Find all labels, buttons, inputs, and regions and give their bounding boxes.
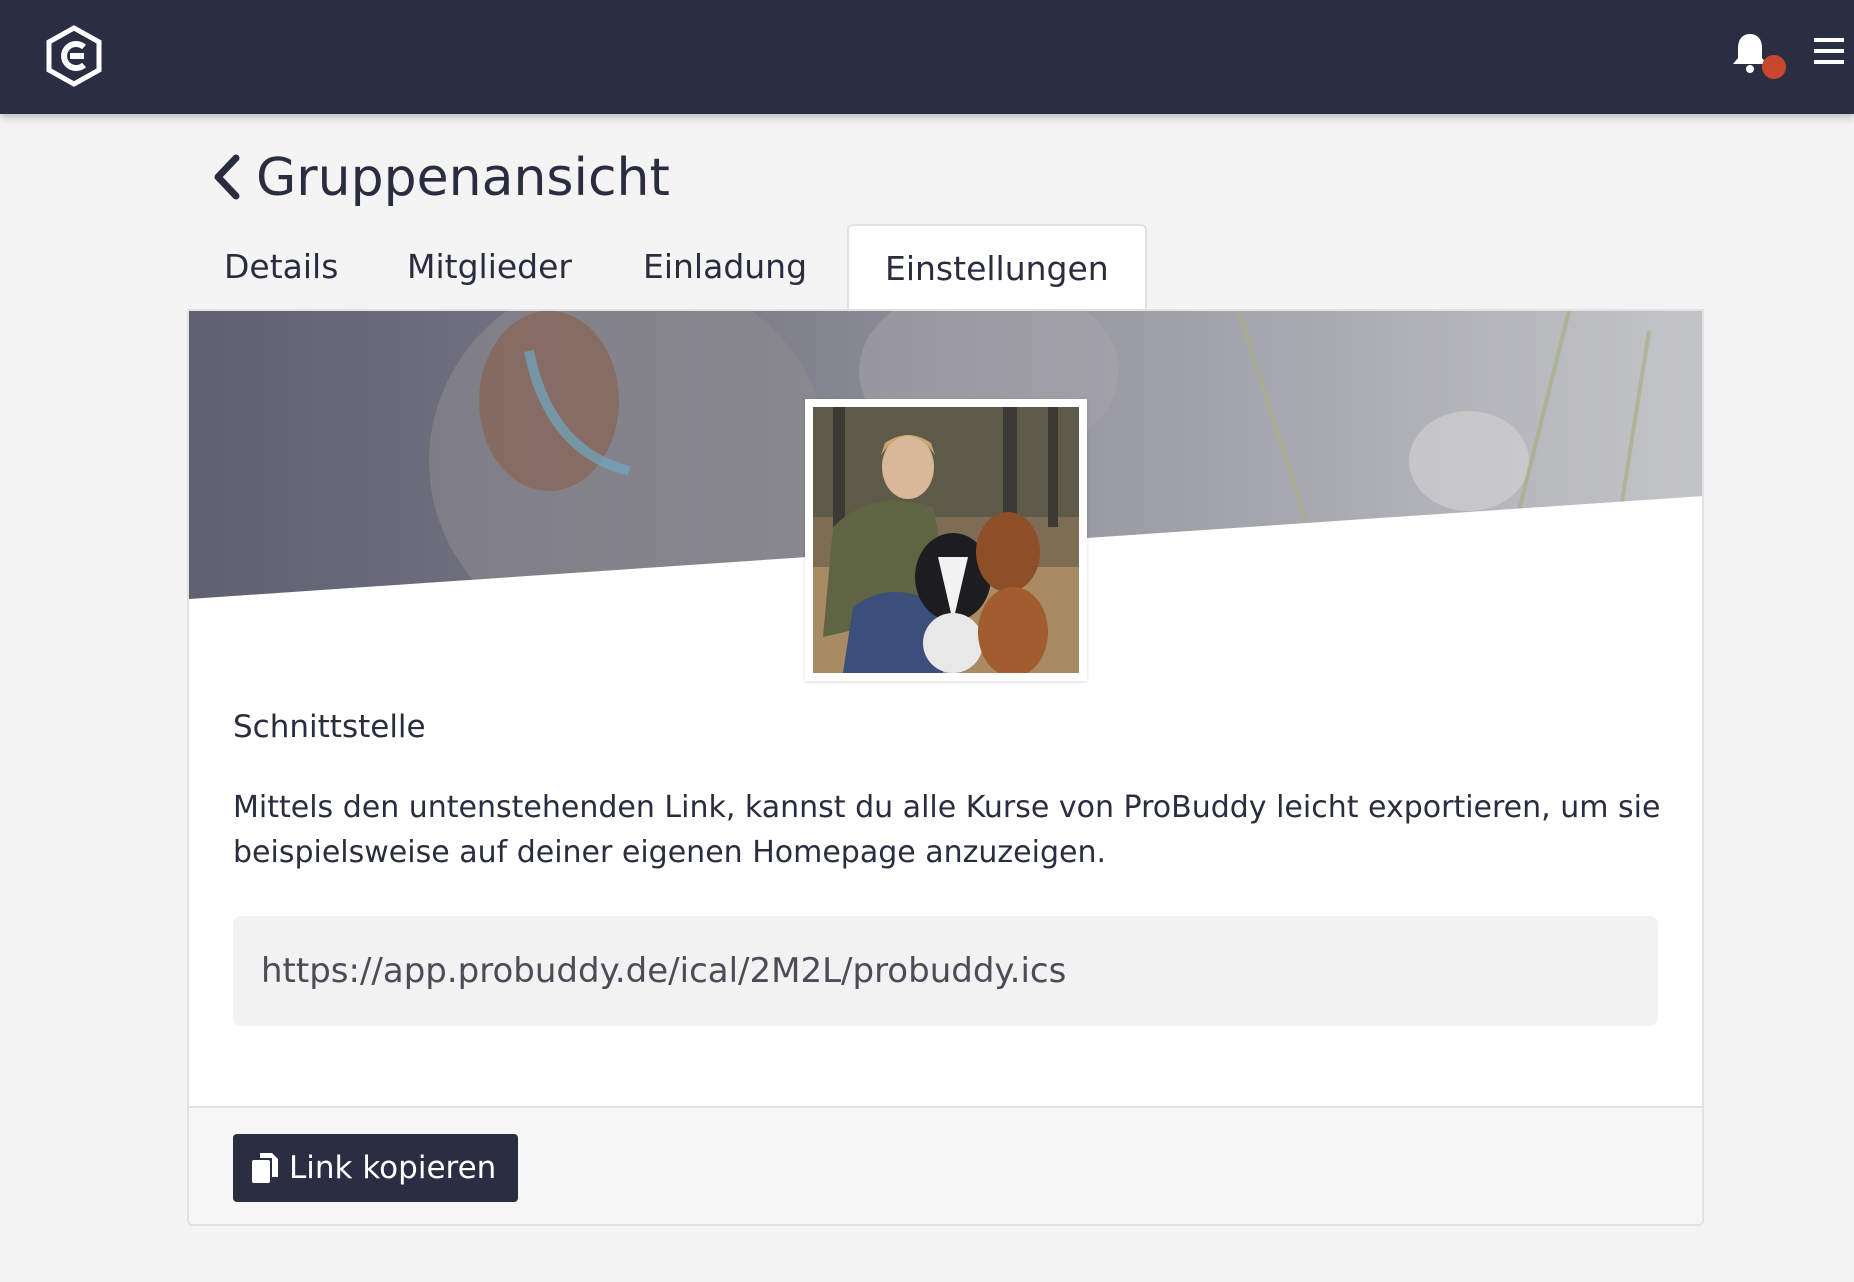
tab-einladung[interactable]: Einladung	[607, 224, 843, 310]
top-navbar	[0, 0, 1854, 114]
page-title: Gruppenansicht	[256, 148, 670, 208]
tab-details[interactable]: Details	[188, 224, 374, 310]
hamburger-icon[interactable]	[1814, 36, 1844, 66]
chevron-left-icon[interactable]	[212, 154, 242, 200]
tab-mitglieder[interactable]: Mitglieder	[371, 224, 608, 310]
tab-einstellungen[interactable]: Einstellungen	[847, 224, 1147, 312]
copy-link-label: Link kopieren	[289, 1150, 497, 1186]
tab-bar: Details Mitglieder Einladung Einstellung…	[188, 224, 1704, 312]
copy-icon	[252, 1153, 278, 1183]
ical-link-input[interactable]	[233, 916, 1658, 1026]
settings-card: Schnittstelle Mittels den untenstehenden…	[187, 309, 1704, 1226]
interface-description: Mittels den untenstehenden Link, kannst …	[233, 790, 1661, 870]
group-avatar-image	[813, 407, 1079, 673]
notification-badge	[1762, 55, 1786, 79]
card-footer: Link kopieren	[189, 1106, 1702, 1224]
group-avatar-frame	[805, 399, 1087, 681]
section-title: Schnittstelle	[233, 709, 426, 745]
probuddy-logo-icon[interactable]	[44, 25, 104, 87]
copy-link-button[interactable]: Link kopieren	[233, 1134, 518, 1202]
